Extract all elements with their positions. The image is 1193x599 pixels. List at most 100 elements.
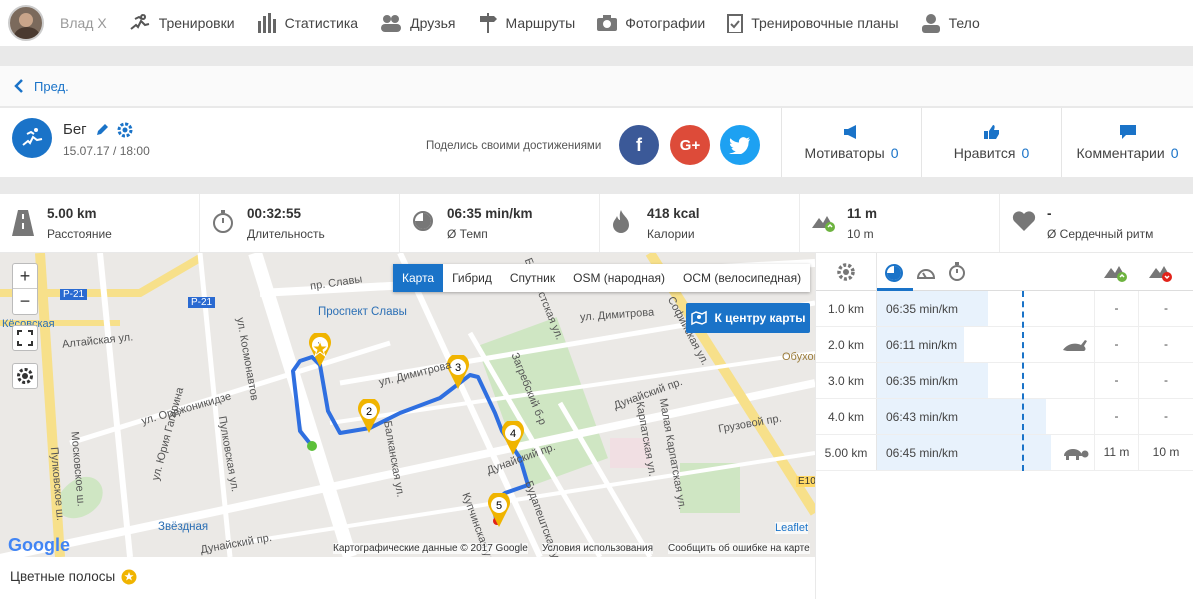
motivators-button[interactable]: Мотиваторы 0 xyxy=(781,108,921,177)
split-pace: 06:11 min/km xyxy=(886,338,958,352)
map-type-ocm[interactable]: OCM (велосипедная) xyxy=(674,264,810,292)
map-canvas[interactable] xyxy=(0,253,815,557)
twitter-share-button[interactable] xyxy=(720,125,760,165)
terms-link[interactable]: Условия использования xyxy=(542,543,653,554)
comments-button[interactable]: Комментарии 0 xyxy=(1061,108,1193,177)
stat-heart-rate: - Ø Сердечный ритм xyxy=(1000,194,1193,252)
split-elevation-up: - xyxy=(1094,291,1138,326)
report-error-link[interactable]: Сообщить об ошибке на карте xyxy=(668,543,810,554)
marker-2-label: 2 xyxy=(366,406,372,418)
likes-button[interactable]: Нравится 0 xyxy=(921,108,1061,177)
likes-label-row: Нравится 0 xyxy=(954,145,1030,161)
map-type-osm[interactable]: OSM (народная) xyxy=(564,264,674,292)
map-type-selector: Карта Гибрид Спутник OSM (народная) OCM … xyxy=(393,264,811,292)
fullscreen-button[interactable] xyxy=(12,325,38,351)
map-marker-5[interactable]: 5 xyxy=(487,493,511,529)
map-type-satellite[interactable]: Спутник xyxy=(501,264,564,292)
split-row: 4.0 km 06:43 min/km - - xyxy=(816,399,1193,435)
split-elevation-down: - xyxy=(1138,363,1193,398)
nav-statistics[interactable]: Статистика xyxy=(257,13,358,33)
stopwatch-icon xyxy=(213,210,233,233)
split-pace: 06:35 min/km xyxy=(886,374,959,388)
leaflet-attribution[interactable]: Leaflet xyxy=(775,522,809,534)
rabbit-icon xyxy=(1063,340,1087,351)
nav-photos[interactable]: Фотографии xyxy=(597,15,705,31)
road-shield: P-21 xyxy=(188,297,216,308)
nav-photos-label: Фотографии xyxy=(625,15,706,31)
comments-count: 0 xyxy=(1170,144,1179,161)
split-row: 2.0 km 06:11 min/km - - xyxy=(816,327,1193,363)
camera-icon xyxy=(597,15,618,31)
pencil-icon[interactable] xyxy=(95,123,109,137)
marker-4-label: 4 xyxy=(510,428,516,440)
nav-routes[interactable]: Маршруты xyxy=(478,13,576,33)
map-marker-2[interactable]: 2 xyxy=(357,399,381,435)
color-bands-section: Цветные полосы xyxy=(0,557,815,599)
stat-duration-value: 00:32:55 xyxy=(247,206,302,221)
map-type-hybrid[interactable]: Гибрид xyxy=(443,264,501,292)
stopwatch-icon[interactable] xyxy=(948,262,966,282)
split-elevation-down: - xyxy=(1138,399,1193,434)
nav-routes-label: Маршруты xyxy=(505,15,576,31)
avatar[interactable] xyxy=(8,5,44,41)
map-settings-button[interactable] xyxy=(12,363,38,389)
facebook-share-button[interactable]: f xyxy=(619,125,659,165)
stats-bar: 5.00 km Расстояние 00:32:55 Длительность… xyxy=(0,194,1193,252)
speedometer-icon[interactable] xyxy=(916,263,936,281)
fullscreen-icon xyxy=(17,330,33,346)
gear-icon[interactable] xyxy=(117,122,133,138)
metro-label: Звёздная xyxy=(158,521,209,533)
elevation-gain-icon xyxy=(1104,266,1127,282)
pace-icon xyxy=(413,211,433,231)
split-elevation-up: 11 m xyxy=(1094,435,1138,470)
likes-count: 0 xyxy=(1021,144,1030,161)
star-marker-icon xyxy=(312,341,328,357)
motivators-count: 0 xyxy=(890,144,899,161)
flame-icon xyxy=(613,210,629,233)
district-label: Обухово xyxy=(782,351,815,363)
person-icon xyxy=(921,14,940,33)
nav-body[interactable]: Тело xyxy=(921,13,980,33)
back-link[interactable]: Пред. xyxy=(0,66,1193,106)
split-row: 1.0 km 06:35 min/km - - xyxy=(816,291,1193,327)
gear-icon[interactable] xyxy=(836,262,856,282)
twitter-icon xyxy=(729,137,750,154)
split-row: 5.00 km 06:45 min/km 11 m 10 m xyxy=(816,435,1193,471)
marker-5-label: 5 xyxy=(496,500,502,512)
zoom-control: + − xyxy=(12,263,38,315)
google-plus-icon: G+ xyxy=(679,136,701,154)
tab-pace[interactable] xyxy=(877,253,913,291)
share-prompt: Поделись своими достижениями xyxy=(426,140,602,152)
motivators-label: Мотиваторы xyxy=(804,144,885,161)
split-km: 3.0 km xyxy=(827,374,864,388)
zoom-out-button[interactable]: − xyxy=(13,289,37,314)
google-plus-share-button[interactable]: G+ xyxy=(670,125,710,165)
motivators-label-row: Мотиваторы 0 xyxy=(805,145,899,161)
facebook-icon: f xyxy=(636,134,642,155)
top-navigation: Влад Х Тренировки Статистика Друзья Марш… xyxy=(0,0,1193,46)
gear-icon xyxy=(17,368,33,384)
pace-icon xyxy=(885,264,903,282)
split-pace: 06:45 min/km xyxy=(886,446,959,460)
stat-pace-label: Ø Темп xyxy=(447,227,488,241)
stat-elevation: 11 m 10 m xyxy=(800,194,1000,252)
comments-label-row: Комментарии 0 xyxy=(1077,145,1179,161)
split-elevation-up: - xyxy=(1094,363,1138,398)
center-map-button[interactable]: К центру карты xyxy=(686,303,810,333)
stat-elevation-value: 11 m xyxy=(847,206,878,221)
road-icon xyxy=(12,210,34,236)
map-type-map[interactable]: Карта xyxy=(393,264,444,292)
nav-training-plans[interactable]: Тренировочные планы xyxy=(727,13,899,33)
zoom-in-button[interactable]: + xyxy=(13,264,37,289)
splits-table: 1.0 km 06:35 min/km - -2.0 km 06:11 min/km - -… xyxy=(816,253,1193,599)
nav-workouts[interactable]: Тренировки xyxy=(129,13,235,33)
nav-friends[interactable]: Друзья xyxy=(380,14,456,32)
center-map-label: К центру карты xyxy=(714,311,806,325)
megaphone-icon xyxy=(843,124,856,139)
marker-3-label: 3 xyxy=(455,362,461,374)
turtle-icon xyxy=(1064,449,1089,460)
route-map[interactable]: 1 2 3 4 5 пр. Славы Проспект Славы ул. Д… xyxy=(0,253,815,557)
nav-user-name[interactable]: Влад Х xyxy=(60,15,107,31)
average-pace-line xyxy=(1022,291,1024,471)
heart-icon xyxy=(1012,211,1036,231)
